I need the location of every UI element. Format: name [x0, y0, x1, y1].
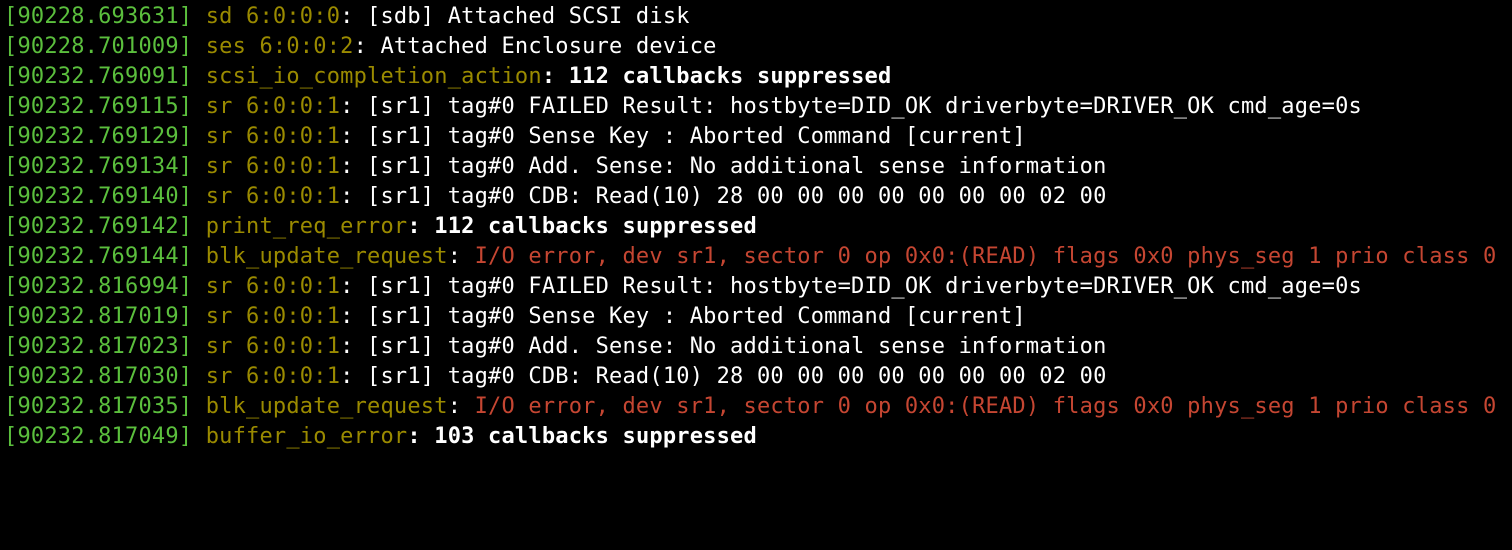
timestamp: [90232.769129] [4, 124, 192, 149]
log-line: [90232.769142] print_req_error: 112 call… [4, 214, 757, 239]
log-segment: print_req_error [206, 214, 408, 239]
log-segment: sr 6:0:0:1 [206, 154, 340, 179]
log-line: [90232.769140] sr 6:0:0:1: [sr1] tag#0 C… [4, 184, 1107, 209]
log-segment: buffer_io_error [206, 424, 408, 449]
timestamp: [90232.769115] [4, 94, 192, 119]
log-line: [90232.769134] sr 6:0:0:1: [sr1] tag#0 A… [4, 154, 1107, 179]
log-segment: I/O error, dev sr1, sector 0 op 0x0:(REA… [475, 394, 1497, 419]
log-segment: sr 6:0:0:1 [206, 334, 340, 359]
log-line: [90232.816994] sr 6:0:0:1: [sr1] tag#0 F… [4, 274, 1362, 299]
log-segment: sr 6:0:0:1 [206, 124, 340, 149]
log-line: [90232.817023] sr 6:0:0:1: [sr1] tag#0 A… [4, 334, 1107, 359]
timestamp: [90232.769142] [4, 214, 192, 239]
log-segment: : [sr1] tag#0 CDB: Read(10) 28 00 00 00 … [340, 364, 1106, 389]
log-line: [90228.701009] ses 6:0:0:2: Attached Enc… [4, 34, 717, 59]
timestamp: [90232.817030] [4, 364, 192, 389]
log-segment: : [sdb] Attached SCSI disk [340, 4, 690, 29]
log-segment: : 112 callbacks suppressed [542, 64, 892, 89]
log-line: [90232.769129] sr 6:0:0:1: [sr1] tag#0 S… [4, 124, 1026, 149]
log-segment: sr 6:0:0:1 [206, 304, 340, 329]
timestamp: [90232.817019] [4, 304, 192, 329]
timestamp: [90228.701009] [4, 34, 192, 59]
log-line: [90232.817035] blk_update_request: I/O e… [4, 394, 1496, 419]
log-segment: : [sr1] tag#0 FAILED Result: hostbyte=DI… [340, 94, 1362, 119]
log-segment: ses 6:0:0:2 [206, 34, 354, 59]
timestamp: [90232.817023] [4, 334, 192, 359]
log-line: [90232.769091] scsi_io_completion_action… [4, 64, 891, 89]
log-segment: : [sr1] tag#0 Sense Key : Aborted Comman… [340, 124, 1026, 149]
log-segment: : [sr1] tag#0 Sense Key : Aborted Comman… [340, 304, 1026, 329]
log-line: [90232.769144] blk_update_request: I/O e… [4, 244, 1496, 269]
log-segment: blk_update_request [206, 244, 448, 269]
log-segment: : 103 callbacks suppressed [407, 424, 757, 449]
log-segment: : [sr1] tag#0 CDB: Read(10) 28 00 00 00 … [340, 184, 1106, 209]
log-line: [90232.769115] sr 6:0:0:1: [sr1] tag#0 F… [4, 94, 1362, 119]
log-segment: I/O error, dev sr1, sector 0 op 0x0:(REA… [475, 244, 1497, 269]
timestamp: [90232.769144] [4, 244, 192, 269]
log-segment: : [448, 394, 475, 419]
log-segment: sr 6:0:0:1 [206, 364, 340, 389]
log-segment: sr 6:0:0:1 [206, 184, 340, 209]
timestamp: [90232.817049] [4, 424, 192, 449]
log-line: [90232.817049] buffer_io_error: 103 call… [4, 424, 757, 449]
log-line: [90232.817019] sr 6:0:0:1: [sr1] tag#0 S… [4, 304, 1026, 329]
log-segment: : 112 callbacks suppressed [407, 214, 757, 239]
timestamp: [90232.769134] [4, 154, 192, 179]
timestamp: [90232.769091] [4, 64, 192, 89]
log-line: [90232.817030] sr 6:0:0:1: [sr1] tag#0 C… [4, 364, 1107, 389]
log-segment: : Attached Enclosure device [354, 34, 717, 59]
log-segment: blk_update_request [206, 394, 448, 419]
terminal-output: [90228.693631] sd 6:0:0:0: [sdb] Attache… [0, 0, 1512, 462]
timestamp: [90232.816994] [4, 274, 192, 299]
log-segment: : [448, 244, 475, 269]
log-segment: scsi_io_completion_action [206, 64, 542, 89]
log-segment: sd 6:0:0:0 [206, 4, 340, 29]
log-segment: : [sr1] tag#0 Add. Sense: No additional … [340, 334, 1106, 359]
log-segment: : [sr1] tag#0 Add. Sense: No additional … [340, 154, 1106, 179]
log-segment: sr 6:0:0:1 [206, 94, 340, 119]
timestamp: [90228.693631] [4, 4, 192, 29]
log-segment: sr 6:0:0:1 [206, 274, 340, 299]
timestamp: [90232.817035] [4, 394, 192, 419]
timestamp: [90232.769140] [4, 184, 192, 209]
log-line: [90228.693631] sd 6:0:0:0: [sdb] Attache… [4, 4, 690, 29]
log-segment: : [sr1] tag#0 FAILED Result: hostbyte=DI… [340, 274, 1362, 299]
